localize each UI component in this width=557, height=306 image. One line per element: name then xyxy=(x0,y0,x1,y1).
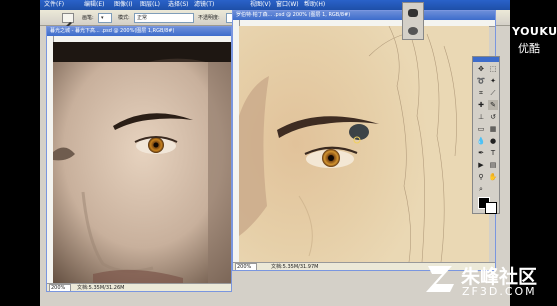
document-left: 暮光之城 - 暮光下高... .psd @ 200%(图层 1,RGB/8#) xyxy=(46,26,232,292)
portrait-left-canvas[interactable] xyxy=(53,42,232,283)
photoshop-window: 文件(F) 编辑(E) 图像(I) 图层(L) 选择(S) 滤镜(T) 视图(V… xyxy=(40,0,510,306)
mini-panel xyxy=(402,2,424,40)
document-left-title[interactable]: 暮光之城 - 暮光下高... .psd @ 200%(图层 1,RGB/8#) xyxy=(47,27,231,36)
shape-icon[interactable]: ▶ xyxy=(476,160,486,170)
brush-icon[interactable] xyxy=(62,13,74,29)
type-icon[interactable]: T xyxy=(488,148,498,158)
gradient-icon[interactable]: ▦ xyxy=(488,124,498,134)
brush-label: 画笔: xyxy=(82,15,94,21)
zf3d-logo-icon xyxy=(426,266,454,292)
history-brush-icon[interactable]: ↺ xyxy=(488,112,498,122)
toolbox: ✥ ⬚ ➰ ✦ ⌗ ⟋ ✚ ✎ ⊥ ↺ ▭ ▦ 💧 ● ✒ T ▶ ▤ ⚲ ✋ … xyxy=(472,56,500,214)
lasso-icon[interactable]: ➰ xyxy=(476,76,486,86)
mode-label: 模式: xyxy=(118,15,130,21)
slice-icon[interactable]: ⟋ xyxy=(488,88,498,98)
eraser-icon[interactable]: ▭ xyxy=(476,124,486,134)
doc-size-left: 文档:5.35M/31.26M xyxy=(77,285,125,291)
eyedropper-icon[interactable]: ⚲ xyxy=(476,172,486,182)
toolbox-titlebar[interactable] xyxy=(473,57,499,62)
menu-bar: 文件(F) 编辑(E) 图像(I) 图层(L) 选择(S) 滤镜(T) 视图(V… xyxy=(40,0,510,10)
portrait-right-canvas[interactable] xyxy=(239,26,489,262)
marquee-icon[interactable]: ⬚ xyxy=(488,64,498,74)
zoom-field-left[interactable]: 200% xyxy=(49,284,71,291)
menu-help[interactable]: 帮助(H) xyxy=(304,0,325,10)
menu-file[interactable]: 文件(F) xyxy=(44,0,64,10)
healing-icon[interactable]: ✚ xyxy=(476,100,486,110)
menu-layer[interactable]: 图层(L) xyxy=(140,0,160,10)
brush-preset-picker[interactable]: ▾ xyxy=(98,13,112,23)
color-picker-icon[interactable] xyxy=(408,9,418,17)
zoom-field-right[interactable]: 200% xyxy=(235,263,257,270)
doc-size-right: 文档:5.35M/31.97M xyxy=(271,264,319,270)
menu-edit[interactable]: 编辑(E) xyxy=(84,0,104,10)
pen-icon[interactable]: ✒ xyxy=(476,148,486,158)
document-right: 罗伯特·帕丁森... .psd @ 200% (图层 1, RGB/8#) 20… xyxy=(232,10,496,271)
stamp-icon[interactable]: ⊥ xyxy=(476,112,486,122)
dodge-icon[interactable]: ● xyxy=(488,136,498,146)
brush-preview-icon[interactable] xyxy=(408,27,418,35)
youku-logo: YOUKU xyxy=(512,25,557,38)
menu-image[interactable]: 图像(I) xyxy=(114,0,132,10)
left-black-bar xyxy=(0,0,40,306)
crop-icon[interactable]: ⌗ xyxy=(476,88,486,98)
document-left-status: 200% 文档:5.35M/31.26M xyxy=(47,283,231,291)
brush-tool-icon[interactable]: ✎ xyxy=(488,100,498,110)
mode-select[interactable]: 正常 xyxy=(134,13,194,23)
brand-url: ZF3D.COM xyxy=(462,285,537,298)
youku-logo-sub: 优酷 xyxy=(518,42,540,55)
hand-icon[interactable]: ✋ xyxy=(488,172,498,182)
notes-icon[interactable]: ▤ xyxy=(488,160,498,170)
blur-icon[interactable]: 💧 xyxy=(476,136,486,146)
menu-window[interactable]: 窗口(W) xyxy=(276,0,299,10)
opacity-label: 不透明度: xyxy=(198,15,220,21)
menu-filter[interactable]: 滤镜(T) xyxy=(194,0,214,10)
zoom-icon[interactable]: ⌕ xyxy=(476,184,486,194)
move-icon[interactable]: ✥ xyxy=(476,64,486,74)
menu-view[interactable]: 视图(V) xyxy=(250,0,271,10)
document-right-title[interactable]: 罗伯特·帕丁森... .psd @ 200% (图层 1, RGB/8#) xyxy=(233,11,495,20)
menu-select[interactable]: 选择(S) xyxy=(168,0,189,10)
magic-wand-icon[interactable]: ✦ xyxy=(488,76,498,86)
background-color-icon[interactable] xyxy=(485,202,497,214)
